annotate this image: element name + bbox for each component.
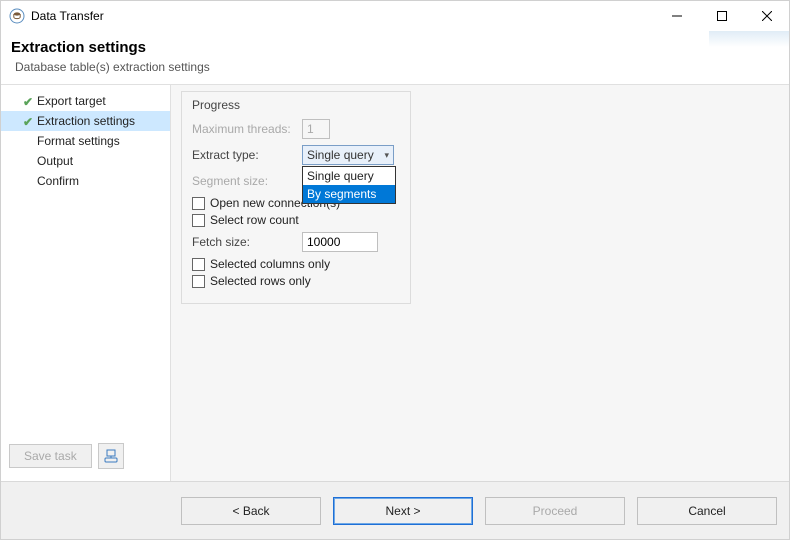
nav-item-extraction-settings[interactable]: ✔ Extraction settings [1, 111, 170, 131]
extract-type-select[interactable]: Single query ▾ Single query By segments [302, 145, 394, 165]
selected-columns-row: Selected columns only [192, 257, 400, 271]
nav-item-label: Format settings [37, 134, 120, 148]
selected-rows-label: Selected rows only [210, 274, 311, 288]
open-new-connections-checkbox[interactable] [192, 197, 205, 210]
extract-type-selected: Single query [307, 148, 384, 162]
app-window: Data Transfer Extraction settings Databa… [0, 0, 790, 540]
check-icon: ✔ [23, 95, 33, 109]
nav-item-label: Output [37, 154, 73, 168]
fetch-size-label: Fetch size: [192, 235, 296, 249]
extract-type-row: Extract type: Single query ▾ Single quer… [192, 144, 400, 166]
page-title: Extraction settings [11, 39, 775, 56]
nav-item-label: Export target [37, 94, 106, 108]
progress-group: Progress Maximum threads: Extract type: … [181, 91, 411, 304]
max-threads-row: Maximum threads: [192, 118, 400, 140]
chevron-down-icon: ▾ [384, 150, 389, 161]
proceed-button[interactable]: Proceed [485, 497, 625, 525]
window-controls [654, 1, 789, 31]
extract-type-label: Extract type: [192, 148, 296, 162]
selected-rows-checkbox[interactable] [192, 275, 205, 288]
title-bar: Data Transfer [1, 1, 789, 31]
wizard-nav-list: ✔ Export target ✔ Extraction settings Fo… [1, 91, 170, 437]
max-threads-input[interactable] [302, 119, 330, 139]
nav-item-label: Confirm [37, 174, 79, 188]
close-button[interactable] [744, 1, 789, 31]
select-row-count-checkbox[interactable] [192, 214, 205, 227]
main-panel: Progress Maximum threads: Extract type: … [171, 85, 789, 481]
sidebar-bottom: Save task [1, 437, 170, 475]
save-task-button[interactable]: Save task [9, 444, 92, 468]
wizard-sidebar: ✔ Export target ✔ Extraction settings Fo… [1, 85, 171, 481]
selected-columns-checkbox[interactable] [192, 258, 205, 271]
segment-size-label: Segment size: [192, 174, 296, 188]
maximize-button[interactable] [699, 1, 744, 31]
extract-type-option-by-segments[interactable]: By segments [303, 185, 395, 203]
minimize-button[interactable] [654, 1, 699, 31]
next-button[interactable]: Next > [333, 497, 473, 525]
selected-rows-row: Selected rows only [192, 274, 400, 288]
fetch-size-row: Fetch size: [192, 231, 400, 253]
extract-type-option-single-query[interactable]: Single query [303, 167, 395, 185]
select-row-count-row: Select row count [192, 213, 400, 227]
extract-type-dropdown: Single query By segments [302, 166, 396, 204]
group-title: Progress [192, 98, 400, 112]
check-icon: ✔ [23, 115, 33, 129]
max-threads-label: Maximum threads: [192, 122, 296, 136]
nav-item-format-settings[interactable]: Format settings [1, 131, 170, 151]
nav-item-confirm[interactable]: Confirm [1, 171, 170, 191]
header-accent [709, 31, 789, 47]
save-task-config-button[interactable] [98, 443, 124, 469]
fetch-size-input[interactable] [302, 232, 378, 252]
page-header: Extraction settings Database table(s) ex… [1, 31, 789, 85]
wizard-footer: < Back Next > Proceed Cancel [1, 481, 789, 539]
cancel-button[interactable]: Cancel [637, 497, 777, 525]
save-config-icon [104, 449, 118, 463]
nav-item-export-target[interactable]: ✔ Export target [1, 91, 170, 111]
nav-item-label: Extraction settings [37, 114, 135, 128]
selected-columns-label: Selected columns only [210, 257, 330, 271]
nav-item-output[interactable]: Output [1, 151, 170, 171]
select-row-count-label: Select row count [210, 213, 299, 227]
back-button[interactable]: < Back [181, 497, 321, 525]
window-title: Data Transfer [31, 9, 654, 23]
content-body: ✔ Export target ✔ Extraction settings Fo… [1, 85, 789, 481]
page-subtitle: Database table(s) extraction settings [15, 60, 775, 74]
app-icon [9, 8, 25, 24]
